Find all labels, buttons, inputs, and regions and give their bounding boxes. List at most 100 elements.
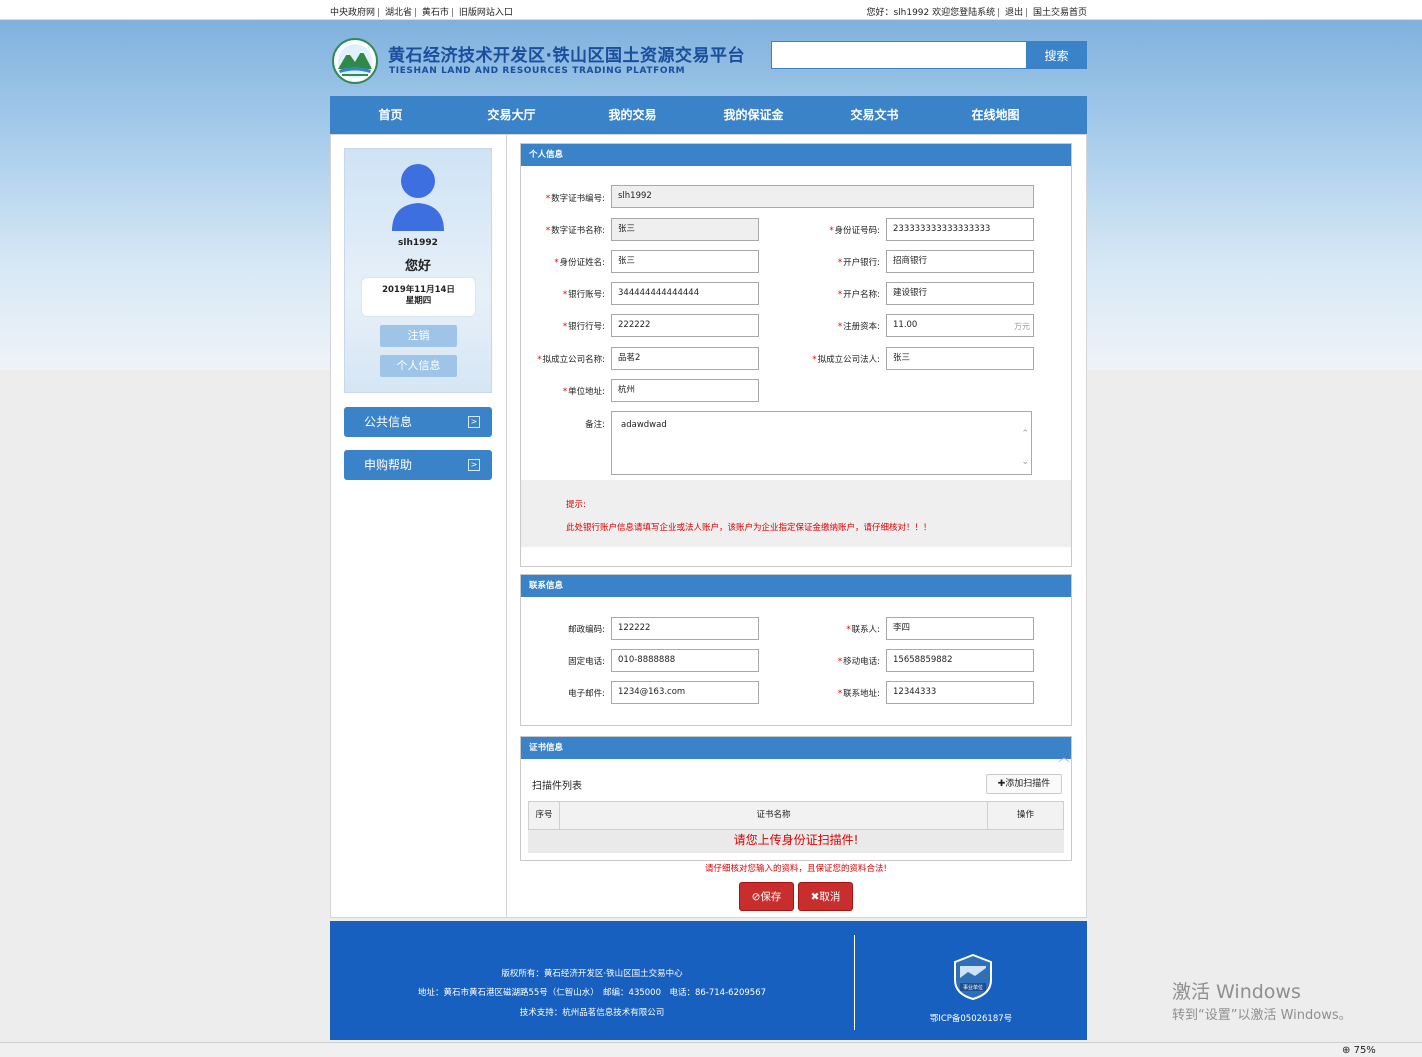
tip-title: 提示: xyxy=(566,500,586,510)
activate-windows-title: 激活 Windows xyxy=(1172,981,1301,1003)
search-button[interactable]: 搜索 xyxy=(1026,41,1087,69)
remark-textarea[interactable]: adawdwad ⌃ ⌄ xyxy=(611,411,1032,475)
side-purchase-help[interactable]: 申购帮助 > xyxy=(344,450,492,480)
nav-my-trades[interactable]: 我的交易 xyxy=(572,96,693,134)
site-title: 黄石经济技术开发区·铁山区国土资源交易平台 xyxy=(388,46,745,66)
add-scan-label: 添加扫描件 xyxy=(1005,779,1051,789)
chevron-up-icon[interactable]: ︿ xyxy=(1058,748,1070,765)
add-scan-button[interactable]: ✚添加扫描件 xyxy=(986,774,1062,794)
side-public-info[interactable]: 公共信息 > xyxy=(344,407,492,437)
email-field[interactable]: 1234@163.com xyxy=(611,681,759,704)
profile-username: slh1992 xyxy=(398,238,438,248)
textarea-scroll-icon[interactable]: ⌃ ⌄ xyxy=(1021,420,1029,476)
contact-address-field[interactable]: 12344333 xyxy=(886,681,1034,704)
current-weekday: 星期四 xyxy=(405,296,432,306)
address-field[interactable]: 杭州 xyxy=(611,379,759,402)
badge-label: 事业单位 xyxy=(963,984,983,991)
col-cert-name: 证书名称 xyxy=(560,802,988,829)
status-bar: ⊕ 75% xyxy=(0,1042,1422,1057)
main-nav: 首页 交易大厅 我的交易 我的保证金 交易文书 在线地图 xyxy=(330,96,1087,134)
contact-address-label: *联系地址: xyxy=(837,689,880,699)
nav-my-deposit[interactable]: 我的保证金 xyxy=(693,96,814,134)
cert-name-label: *数字证书名称: xyxy=(545,226,605,236)
bank-code-label: *银行行号: xyxy=(562,322,605,332)
top-bar: 中央政府网 | 湖北省 | 黄石市 | 旧版网站入口 您好：slh1992 欢迎您登陆… xyxy=(0,0,1422,20)
nav-documents[interactable]: 交易文书 xyxy=(814,96,935,134)
chevron-right-icon: > xyxy=(468,459,480,471)
save-button[interactable]: ⊘保存 xyxy=(739,882,794,911)
remark-text: adawdwad xyxy=(621,420,667,430)
cancel-button[interactable]: ✖取消 xyxy=(798,882,853,911)
scan-list-title: 扫描件列表 xyxy=(532,781,582,792)
address-label: *单位地址: xyxy=(562,387,605,397)
site-subtitle: TIESHAN LAND AND RESOURCES TRADING PLATF… xyxy=(389,66,686,76)
col-no: 序号 xyxy=(529,802,560,829)
footer-copyright: 版权所有：黄石经济开发区·铁山区国土交易中心 xyxy=(501,969,683,979)
link-central-gov[interactable]: 中央政府网 xyxy=(330,8,375,18)
link-old-site[interactable]: 旧版网站入口 xyxy=(459,8,513,18)
side-purchase-help-label: 申购帮助 xyxy=(364,458,413,472)
greeting-text: 您好：slh1992 欢迎您登陆系统 xyxy=(866,8,996,18)
column-divider xyxy=(506,134,507,918)
contact-person-label: *联系人: xyxy=(846,625,880,635)
id-no-field[interactable]: 233333333333333333 xyxy=(886,218,1034,241)
home-link[interactable]: 国土交易首页 xyxy=(1033,8,1087,18)
account-label: *银行账号: xyxy=(562,290,605,300)
account-name-field[interactable]: 建设银行 xyxy=(886,282,1034,305)
cancel-label: 取消 xyxy=(819,891,841,903)
date-box: 2019年11月14日 星期四 xyxy=(361,277,476,317)
site-logo-icon xyxy=(332,38,378,84)
icp-number[interactable]: 鄂ICP备05026187号 xyxy=(900,1012,1042,1024)
account-field[interactable]: 344444444444444 xyxy=(611,282,759,305)
id-name-label: *身份证姓名: xyxy=(554,258,605,268)
tip-box: 提示: 此处银行账户信息请填写企业或法人账户，该账户为企业指定保证金缴纳账户，请… xyxy=(521,480,1071,547)
email-label: 电子邮件: xyxy=(568,689,605,699)
cert-no-label: *数字证书编号: xyxy=(545,194,605,204)
account-name-label: *开户名称: xyxy=(837,290,880,300)
company-field[interactable]: 品茗2 xyxy=(611,347,759,370)
profile-info-button[interactable]: 个人信息 xyxy=(380,355,457,377)
link-huangshi[interactable]: 黄石市 xyxy=(422,8,449,18)
cert-no-field[interactable]: slh1992 xyxy=(611,185,1034,208)
bank-field[interactable]: 招商银行 xyxy=(886,250,1034,273)
cert-name-field[interactable]: 张三 xyxy=(611,218,759,241)
capital-label: *注册资本: xyxy=(837,322,880,332)
contact-person-field[interactable]: 李四 xyxy=(886,617,1034,640)
nav-trading-hall[interactable]: 交易大厅 xyxy=(451,96,572,134)
personal-info-title: 个人信息 xyxy=(521,144,1071,166)
form-warning: 请仔细核对您输入的资料，且保证您的资料合法! xyxy=(705,864,887,874)
nav-home[interactable]: 首页 xyxy=(330,96,451,134)
id-name-field[interactable]: 张三 xyxy=(611,250,759,273)
company-label: *拟成立公司名称: xyxy=(537,355,605,365)
bank-label: *开户银行: xyxy=(837,258,880,268)
chevron-right-icon: > xyxy=(468,416,480,428)
bank-code-field[interactable]: 222222 xyxy=(611,314,759,337)
zoom-icon: ⊕ xyxy=(1342,1045,1351,1056)
footer-address: 地址：黄石市黄石港区磁湖路55号（仁智山水） 邮编：435000 电话：86-7… xyxy=(417,988,767,998)
side-public-info-label: 公共信息 xyxy=(364,415,413,429)
nav-online-map[interactable]: 在线地图 xyxy=(935,96,1056,134)
link-hubei[interactable]: 湖北省 xyxy=(385,8,412,18)
legal-label: *拟成立公司法人: xyxy=(812,355,880,365)
search-input[interactable] xyxy=(771,41,1027,69)
logout-link[interactable]: 退出 xyxy=(1005,8,1023,18)
footer-divider xyxy=(854,935,855,1030)
footer: 版权所有：黄石经济开发区·铁山区国土交易中心 地址：黄石市黄石港区磁湖路55号（… xyxy=(330,921,1087,1040)
zoom-level[interactable]: ⊕ 75% xyxy=(1342,1045,1376,1056)
cert-title: 证书信息 xyxy=(521,737,1071,759)
id-no-label: *身份证号码: xyxy=(829,226,880,236)
save-label: 保存 xyxy=(760,891,782,903)
mobile-field[interactable]: 15658859882 xyxy=(886,649,1034,672)
profile-logout-button[interactable]: 注销 xyxy=(380,325,457,347)
institution-badge-icon[interactable]: 事业单位 xyxy=(953,954,993,1000)
capital-unit: 万元 xyxy=(1014,322,1030,331)
profile-card: slh1992 您好 2019年11月14日 星期四 注销 个人信息 xyxy=(344,148,492,393)
capital-field[interactable]: 11.00 xyxy=(886,314,1034,337)
legal-field[interactable]: 张三 xyxy=(886,347,1034,370)
current-date: 2019年11月14日 xyxy=(382,285,455,295)
remark-label: 备注: xyxy=(585,420,605,430)
mobile-label: *移动电话: xyxy=(837,657,880,667)
phone-field[interactable]: 010-8888888 xyxy=(611,649,759,672)
zip-label: 邮政编码: xyxy=(568,625,605,635)
zip-field[interactable]: 122222 xyxy=(611,617,759,640)
